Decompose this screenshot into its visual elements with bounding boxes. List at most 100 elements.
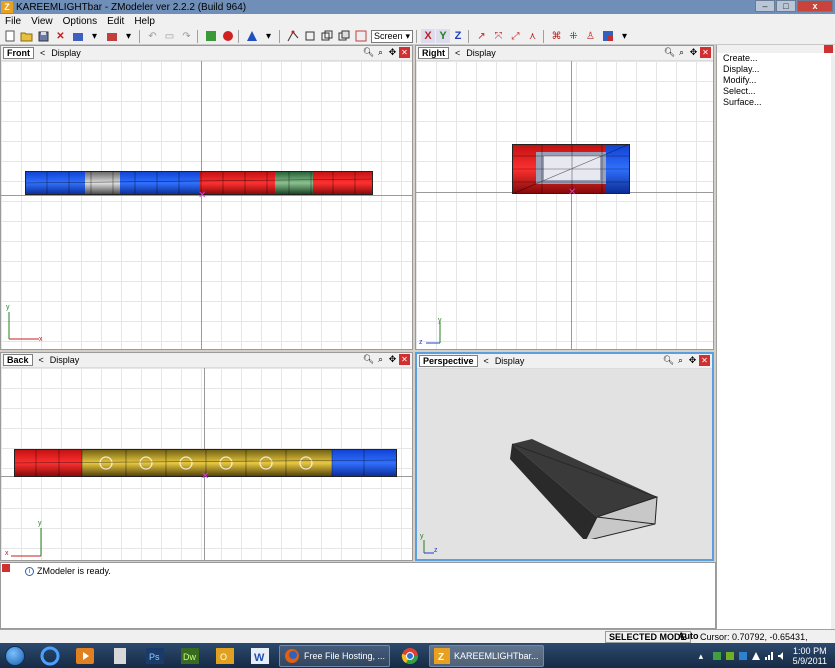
viewport-back[interactable]: Back < Display 🔍︎ ⌕ ✥ ✕ ✕ y x xyxy=(0,352,413,561)
action-center-icon[interactable] xyxy=(751,651,761,661)
firefox-task[interactable]: Free File Hosting, ... xyxy=(279,644,391,667)
chevron-left-icon[interactable]: < xyxy=(484,356,489,366)
viewport-name[interactable]: Back xyxy=(3,354,33,366)
display-menu[interactable]: Display xyxy=(50,355,80,365)
show-hidden-icons-icon[interactable]: ▴ xyxy=(699,651,709,661)
coordinate-system-select[interactable]: Screen ▾ xyxy=(371,29,413,43)
zmodeler-task[interactable]: Z KAREEMLIGHTbar... xyxy=(429,644,544,667)
zoom-extents-icon[interactable]: ⌕ xyxy=(375,354,386,365)
move-tool-icon[interactable]: ↗ xyxy=(474,29,489,43)
viewport-canvas[interactable]: y z xyxy=(417,369,712,559)
menu-view[interactable]: View xyxy=(26,16,58,27)
zoom-extents-icon[interactable]: ⌕ xyxy=(375,47,386,58)
dropdown-arrow-icon[interactable]: ▾ xyxy=(87,29,102,43)
close-icon[interactable] xyxy=(2,564,10,572)
undo-icon[interactable]: ↶ xyxy=(145,29,160,43)
select-object-icon[interactable] xyxy=(319,29,334,43)
close-icon[interactable]: ✕ xyxy=(399,47,410,58)
record-icon[interactable] xyxy=(220,29,235,43)
viewport-canvas[interactable]: ✕ y x xyxy=(1,61,412,349)
start-button[interactable] xyxy=(0,643,30,668)
menu-options[interactable]: Options xyxy=(58,16,102,27)
pan-icon[interactable]: ✥ xyxy=(688,47,699,58)
axis-y-toggle[interactable]: Y xyxy=(436,29,450,43)
viewport-front[interactable]: Front < Display 🔍︎ ⌕ ✥ ✕ ✕ y x xyxy=(0,45,413,350)
delete-icon[interactable]: ✕ xyxy=(53,29,68,43)
zoom-icon[interactable]: 🔍︎ xyxy=(363,47,374,58)
texture-tool-icon[interactable] xyxy=(600,29,615,43)
media-player-icon[interactable] xyxy=(70,645,100,667)
viewport-name[interactable]: Front xyxy=(3,47,34,59)
zoom-icon[interactable]: 🔍︎ xyxy=(363,354,374,365)
close-icon[interactable]: ✕ xyxy=(699,355,710,366)
pan-icon[interactable]: ✥ xyxy=(387,354,398,365)
security-icon[interactable] xyxy=(738,651,748,661)
menu-file[interactable]: File xyxy=(0,16,26,27)
volume-icon[interactable] xyxy=(777,651,787,661)
command-modify[interactable]: Modify... xyxy=(717,75,835,86)
clipboard-icon[interactable]: ▭ xyxy=(162,29,177,43)
select-all-icon[interactable] xyxy=(353,29,368,43)
menu-edit[interactable]: Edit xyxy=(102,16,129,27)
redo-icon[interactable]: ↷ xyxy=(179,29,194,43)
axis-z-toggle[interactable]: Z xyxy=(451,29,465,43)
command-create[interactable]: Create... xyxy=(717,53,835,64)
viewport-canvas[interactable]: ✕ y z xyxy=(416,61,713,349)
auto-indicator[interactable]: Auto xyxy=(676,631,701,641)
outlook-icon[interactable]: O xyxy=(210,645,240,667)
chrome-icon[interactable] xyxy=(395,645,425,667)
maximize-button[interactable]: □ xyxy=(776,0,796,12)
viewport-name[interactable]: Right xyxy=(418,47,449,59)
display-menu[interactable]: Display xyxy=(466,48,496,58)
file-manager-icon[interactable] xyxy=(105,645,135,667)
zoom-extents-icon[interactable]: ⌕ xyxy=(676,47,687,58)
zoom-extents-icon[interactable]: ⌕ xyxy=(675,355,686,366)
chevron-left-icon[interactable]: < xyxy=(455,48,460,58)
command-surface[interactable]: Surface... xyxy=(717,97,835,108)
figure-tool-icon[interactable]: ♙ xyxy=(583,29,598,43)
signal-icon[interactable] xyxy=(764,651,774,661)
pan-icon[interactable]: ✥ xyxy=(387,47,398,58)
uv-tool-icon[interactable]: ⁜ xyxy=(566,29,581,43)
dreamweaver-icon[interactable]: Dw xyxy=(175,645,205,667)
internet-explorer-icon[interactable] xyxy=(35,645,65,667)
dropdown-arrow-icon[interactable]: ▾ xyxy=(617,29,632,43)
dropdown-arrow-icon[interactable]: ▾ xyxy=(261,29,276,43)
minimize-button[interactable]: – xyxy=(755,0,775,12)
vertex-tool-icon[interactable]: ⋏ xyxy=(525,29,540,43)
select-vertex-icon[interactable] xyxy=(285,29,300,43)
close-icon[interactable]: ✕ xyxy=(399,354,410,365)
new-file-icon[interactable] xyxy=(2,29,17,43)
viewport-name[interactable]: Perspective xyxy=(419,355,478,367)
close-icon[interactable] xyxy=(824,45,833,53)
rotate-tool-icon[interactable]: ⤧ xyxy=(491,29,506,43)
save-icon[interactable] xyxy=(36,29,51,43)
scale-tool-icon[interactable]: ⤢ xyxy=(508,29,523,43)
close-icon[interactable]: ✕ xyxy=(700,47,711,58)
nvidia-icon[interactable] xyxy=(725,651,735,661)
display-menu[interactable]: Display xyxy=(495,356,525,366)
select-group-icon[interactable] xyxy=(336,29,351,43)
command-select[interactable]: Select... xyxy=(717,86,835,97)
network-icon[interactable] xyxy=(712,651,722,661)
export-icon[interactable] xyxy=(104,29,119,43)
viewport-canvas[interactable]: ✕ y x xyxy=(1,368,412,560)
material-icon[interactable] xyxy=(244,29,259,43)
open-folder-icon[interactable] xyxy=(19,29,34,43)
select-face-icon[interactable] xyxy=(302,29,317,43)
chevron-left-icon[interactable]: < xyxy=(40,48,45,58)
viewport-perspective[interactable]: Perspective < Display 🔍︎ ⌕ ✥ ✕ y z xyxy=(415,352,714,561)
axis-x-toggle[interactable]: X xyxy=(421,29,435,43)
command-panel-scrollbar[interactable] xyxy=(831,55,835,629)
close-window-button[interactable]: x xyxy=(797,0,833,12)
zoom-icon[interactable]: 🔍︎ xyxy=(663,355,674,366)
command-display[interactable]: Display... xyxy=(717,64,835,75)
chevron-left-icon[interactable]: < xyxy=(39,355,44,365)
dropdown-arrow-icon[interactable]: ▾ xyxy=(121,29,136,43)
photoshop-icon[interactable]: Ps xyxy=(140,645,170,667)
pan-icon[interactable]: ✥ xyxy=(687,355,698,366)
display-menu[interactable]: Display xyxy=(51,48,81,58)
import-icon[interactable] xyxy=(70,29,85,43)
menu-help[interactable]: Help xyxy=(129,16,160,27)
word-icon[interactable]: W xyxy=(245,645,275,667)
